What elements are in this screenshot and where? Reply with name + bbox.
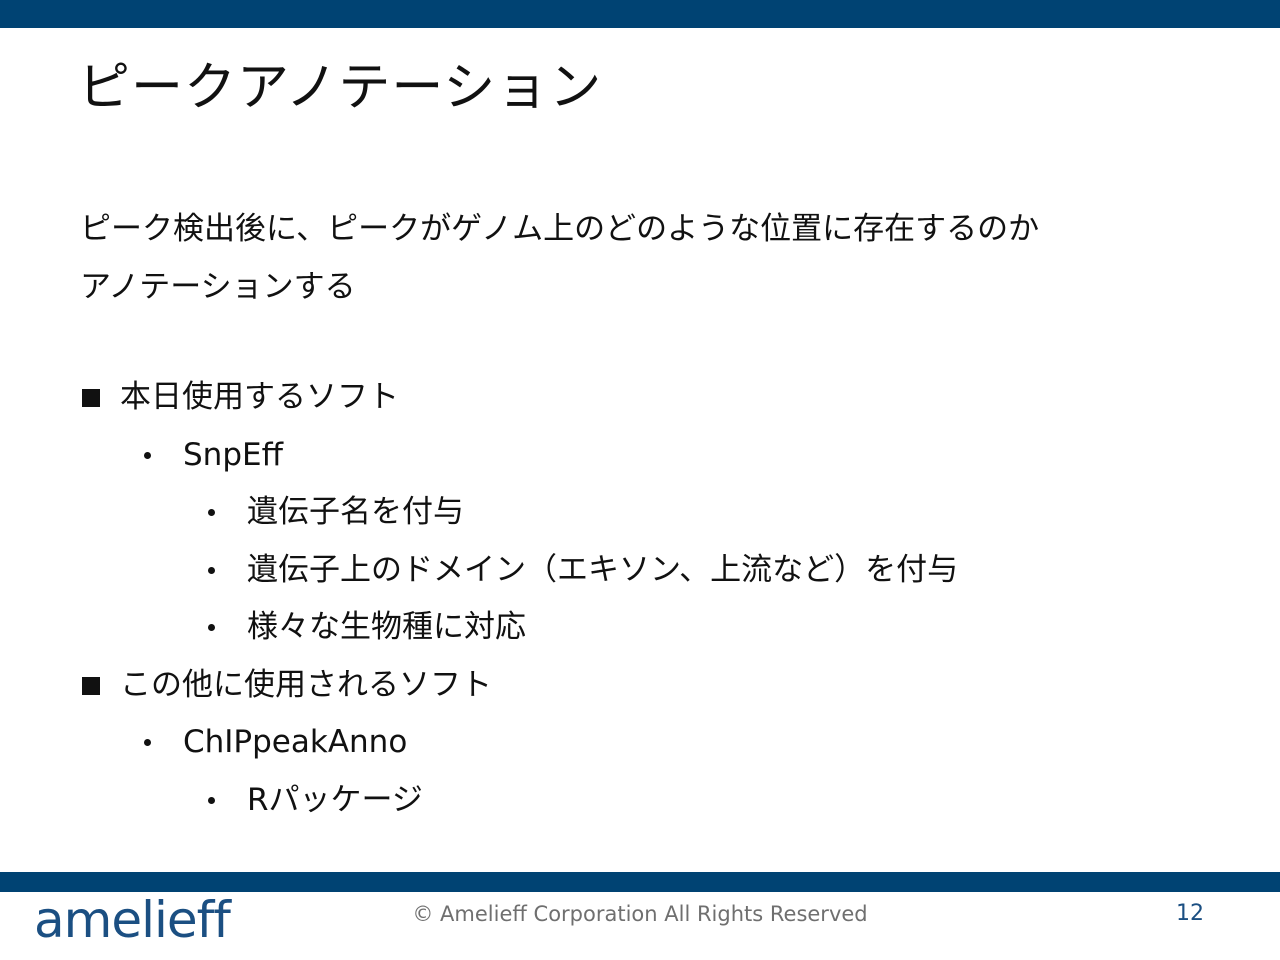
dot-bullet-icon xyxy=(208,796,215,804)
list-item: 遺伝子上のドメイン（エキソン、上流など）を付与 xyxy=(80,542,1180,600)
dot-bullet-icon xyxy=(144,739,151,746)
bullet-list: 本日使用するソフト SnpEff 遺伝子名を付与 遺伝子上のドメイン（エキソン、… xyxy=(80,369,1180,829)
header-bar xyxy=(0,0,1280,28)
list-item: 遺伝子名を付与 xyxy=(80,484,1180,542)
list-item-snpeff: SnpEff xyxy=(80,427,1180,485)
bullet-section-other-software: この他に使用されるソフト xyxy=(80,657,1180,715)
bullet-section-today-software: 本日使用するソフト xyxy=(80,369,1180,427)
list-item-label: Rパッケージ xyxy=(247,781,423,818)
square-bullet-icon xyxy=(82,389,100,407)
bullet-label: 本日使用するソフト xyxy=(120,379,399,415)
intro-line-1: ピーク検出後に、ピークがゲノム上のどのような位置に存在するのか xyxy=(80,211,1040,247)
dot-bullet-icon xyxy=(208,566,215,574)
list-item: 様々な生物種に対応 xyxy=(80,599,1180,657)
bullet-label: この他に使用されるソフト xyxy=(120,666,492,703)
intro-line-2: アノテーションする xyxy=(80,269,356,305)
list-item-chippeakanno: ChIPpeakAnno xyxy=(80,714,1180,772)
intro-text: ピーク検出後に、ピークがゲノム上のどのような位置に存在するのか アノテーションす… xyxy=(80,200,1039,316)
list-item-label: 遺伝子名を付与 xyxy=(247,494,464,530)
list-item-label: ChIPpeakAnno xyxy=(183,724,408,760)
page-number: 12 xyxy=(1176,901,1204,926)
dot-bullet-icon xyxy=(208,509,215,516)
square-bullet-icon xyxy=(82,676,100,695)
dot-bullet-icon xyxy=(144,451,151,459)
list-item: Rパッケージ xyxy=(80,772,1180,830)
list-item-label: 様々な生物種に対応 xyxy=(247,609,526,645)
copyright-text: © Amelieff Corporation All Rights Reserv… xyxy=(412,902,868,926)
list-item-label: 遺伝子上のドメイン（エキソン、上流など）を付与 xyxy=(247,551,959,588)
list-item-label: SnpEff xyxy=(183,436,283,473)
dot-bullet-icon xyxy=(208,624,215,631)
slide-title: ピークアノテーション xyxy=(78,58,603,118)
